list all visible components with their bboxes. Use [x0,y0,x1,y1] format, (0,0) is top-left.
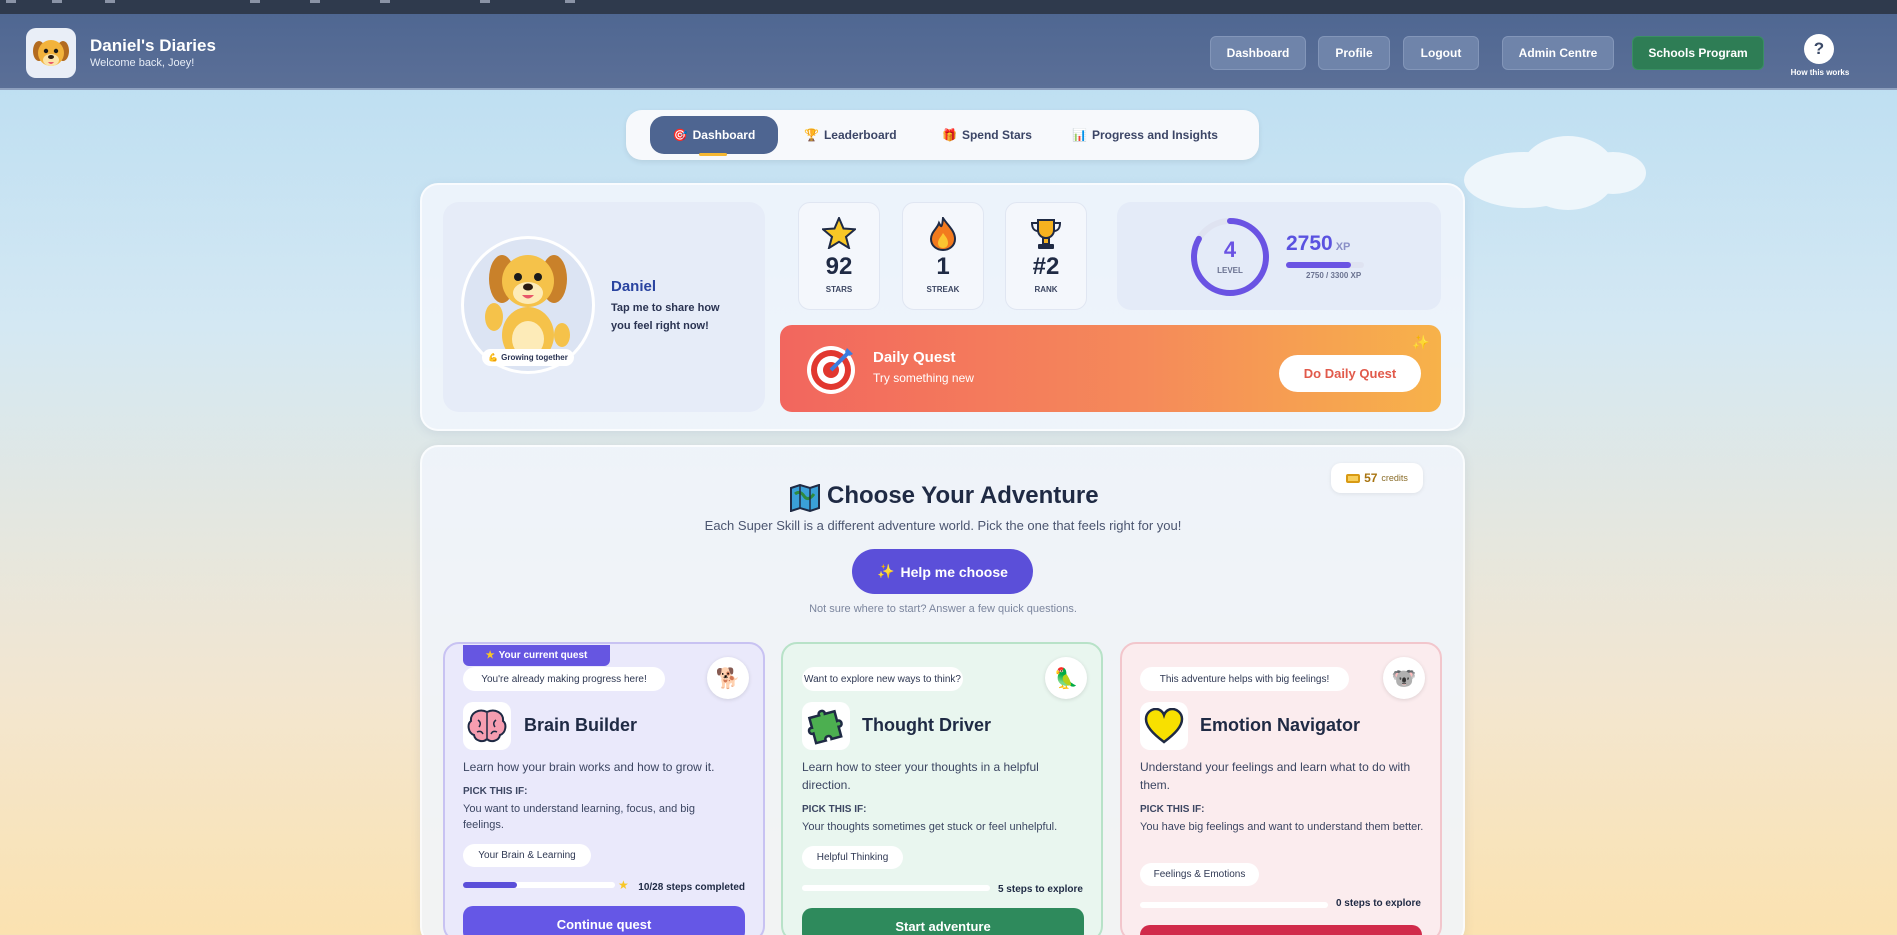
koala-mascot-icon: 🐨 [1383,657,1425,699]
bar-chart-icon: 📊 [1072,128,1087,142]
tab-progress-insights[interactable]: 📊 Progress and Insights [1062,116,1228,154]
gift-icon: 🎁 [942,128,957,142]
nav-admin-centre-button[interactable]: Admin Centre [1502,36,1614,70]
current-quest-tag: ★ Your current quest [463,645,610,666]
map-icon [790,484,820,512]
tab-dashboard[interactable]: 🎯 Dashboard [650,116,778,154]
xp-progress-fill [1286,262,1351,268]
target-icon [807,346,855,394]
sparkle-icon: ✨ [1412,335,1430,351]
level-card [1117,202,1441,310]
welcome-text: Welcome back, Joey! [90,57,195,69]
flex-arm-icon: 💪 [488,353,499,362]
streak-value: 1 [936,253,950,280]
browser-toolbar-strip [0,0,1897,14]
flame-icon [903,215,983,258]
emotion-navigator-button[interactable] [1140,925,1422,935]
adventure-title: Choose Your Adventure [827,482,1099,509]
card-progress-bar [802,885,990,891]
stars-stat: 92 STARS [798,202,880,310]
streak-label: STREAK [926,285,960,294]
daily-quest-title: Daily Quest [873,349,956,366]
credits-badge: 57 credits [1331,463,1423,493]
stars-label: STARS [825,285,853,294]
trophy-icon: 🏆 [804,128,819,142]
pick-this-if-label: PICK THIS IF: [802,804,867,815]
level-ring: 4 LEVEL [1191,218,1269,296]
card-steps-text: 10/28 steps completed [638,882,745,893]
target-icon: 🎯 [672,128,688,142]
card-topic-tag: Feelings & Emotions [1140,863,1259,886]
help-label[interactable]: How this works [1778,68,1862,77]
nav-profile-button[interactable]: Profile [1318,36,1390,70]
app-title: Daniel's Diaries [90,36,216,55]
tab-leaderboard[interactable]: 🏆 Leaderboard [794,116,907,154]
pick-this-if-text: You have big feelings and want to unders… [1140,821,1424,833]
daily-quest-subtitle: Try something new [873,371,974,385]
help-icon[interactable]: ? [1804,34,1834,64]
star-icon: ★ [485,650,495,661]
xp-progress-bar [1286,262,1364,268]
card-topic-tag: Helpful Thinking [802,846,903,869]
nav-logout-button[interactable]: Logout [1403,36,1479,70]
help-me-choose-button[interactable]: ✨ Help me choose [852,549,1033,594]
active-tab-indicator [699,153,727,156]
puzzle-piece-icon [802,702,850,750]
ticket-icon [1346,473,1361,483]
app-header: Daniel's Diaries Welcome back, Joey! Das… [0,14,1897,90]
star-icon: ★ [618,878,629,892]
rank-label: RANK [1034,285,1058,294]
feelings-prompt[interactable]: Tap me to share how you feel right now! [611,299,741,335]
continue-quest-button[interactable]: Continue quest [463,906,745,935]
card-steps-text: 0 steps to explore [1335,898,1421,909]
dog-logo-icon[interactable] [26,28,76,78]
card-description: Understand your feelings and learn what … [1140,760,1411,792]
dog-mascot-icon: 🐕 [707,657,749,699]
card-description: Learn how to steer your thoughts in a he… [802,760,1039,792]
sparkle-icon: ✨ [877,563,895,579]
card-progress-bar [463,882,615,888]
adventure-subtitle: Each Super Skill is a different adventur… [704,518,1182,533]
trophy-icon [1006,217,1086,258]
card-speech-bubble: This adventure helps with big feelings! [1140,667,1349,691]
nav-dashboard-button[interactable]: Dashboard [1210,36,1306,70]
card-title: Emotion Navigator [1200,715,1361,735]
card-title: Thought Driver [862,715,991,735]
card-steps-text: 5 steps to explore [997,884,1083,895]
level-value: 4 [1224,237,1237,262]
start-adventure-button[interactable]: Start adventure [802,908,1084,935]
streak-stat: 1 STREAK [902,202,984,310]
profile-name: Daniel [611,278,657,295]
pick-this-if-text: Your thoughts sometimes get stuck or fee… [802,821,1058,833]
rank-value: #2 [1032,253,1060,280]
card-speech-bubble: Want to explore new ways to think? [802,667,963,691]
pick-this-if-text: You want to understand learning, focus, … [463,803,695,831]
card-description: Learn how your brain works and how to gr… [463,760,715,774]
level-label: LEVEL [1217,266,1243,275]
card-title: Brain Builder [524,715,638,735]
tab-spend-stars[interactable]: 🎁 Spend Stars [932,116,1042,154]
star-icon [799,215,879,256]
card-progress-bar [1140,902,1328,908]
help-hint-text: Not sure where to start? Answer a few qu… [809,603,1077,615]
card-progress-fill [463,882,518,888]
nav-schools-program-button[interactable]: Schools Program [1632,36,1764,70]
rank-stat: #2 RANK [1005,202,1087,310]
card-topic-tag: Your Brain & Learning [463,844,591,867]
heart-icon [1140,702,1188,750]
stars-value: 92 [825,253,853,280]
xp-progress-text: 2750 / 3300 XP [1306,271,1362,280]
xp-value: 2750 XP [1286,232,1351,255]
growing-together-badge: 💪 Growing together [482,349,574,366]
card-speech-bubble: You're already making progress here! [463,667,665,691]
do-daily-quest-button[interactable]: Do Daily Quest [1279,355,1421,392]
pick-this-if-label: PICK THIS IF: [463,786,528,797]
brain-icon [463,702,511,750]
pick-this-if-label: PICK THIS IF: [1140,804,1205,815]
cockatoo-mascot-icon: 🦜 [1045,657,1087,699]
